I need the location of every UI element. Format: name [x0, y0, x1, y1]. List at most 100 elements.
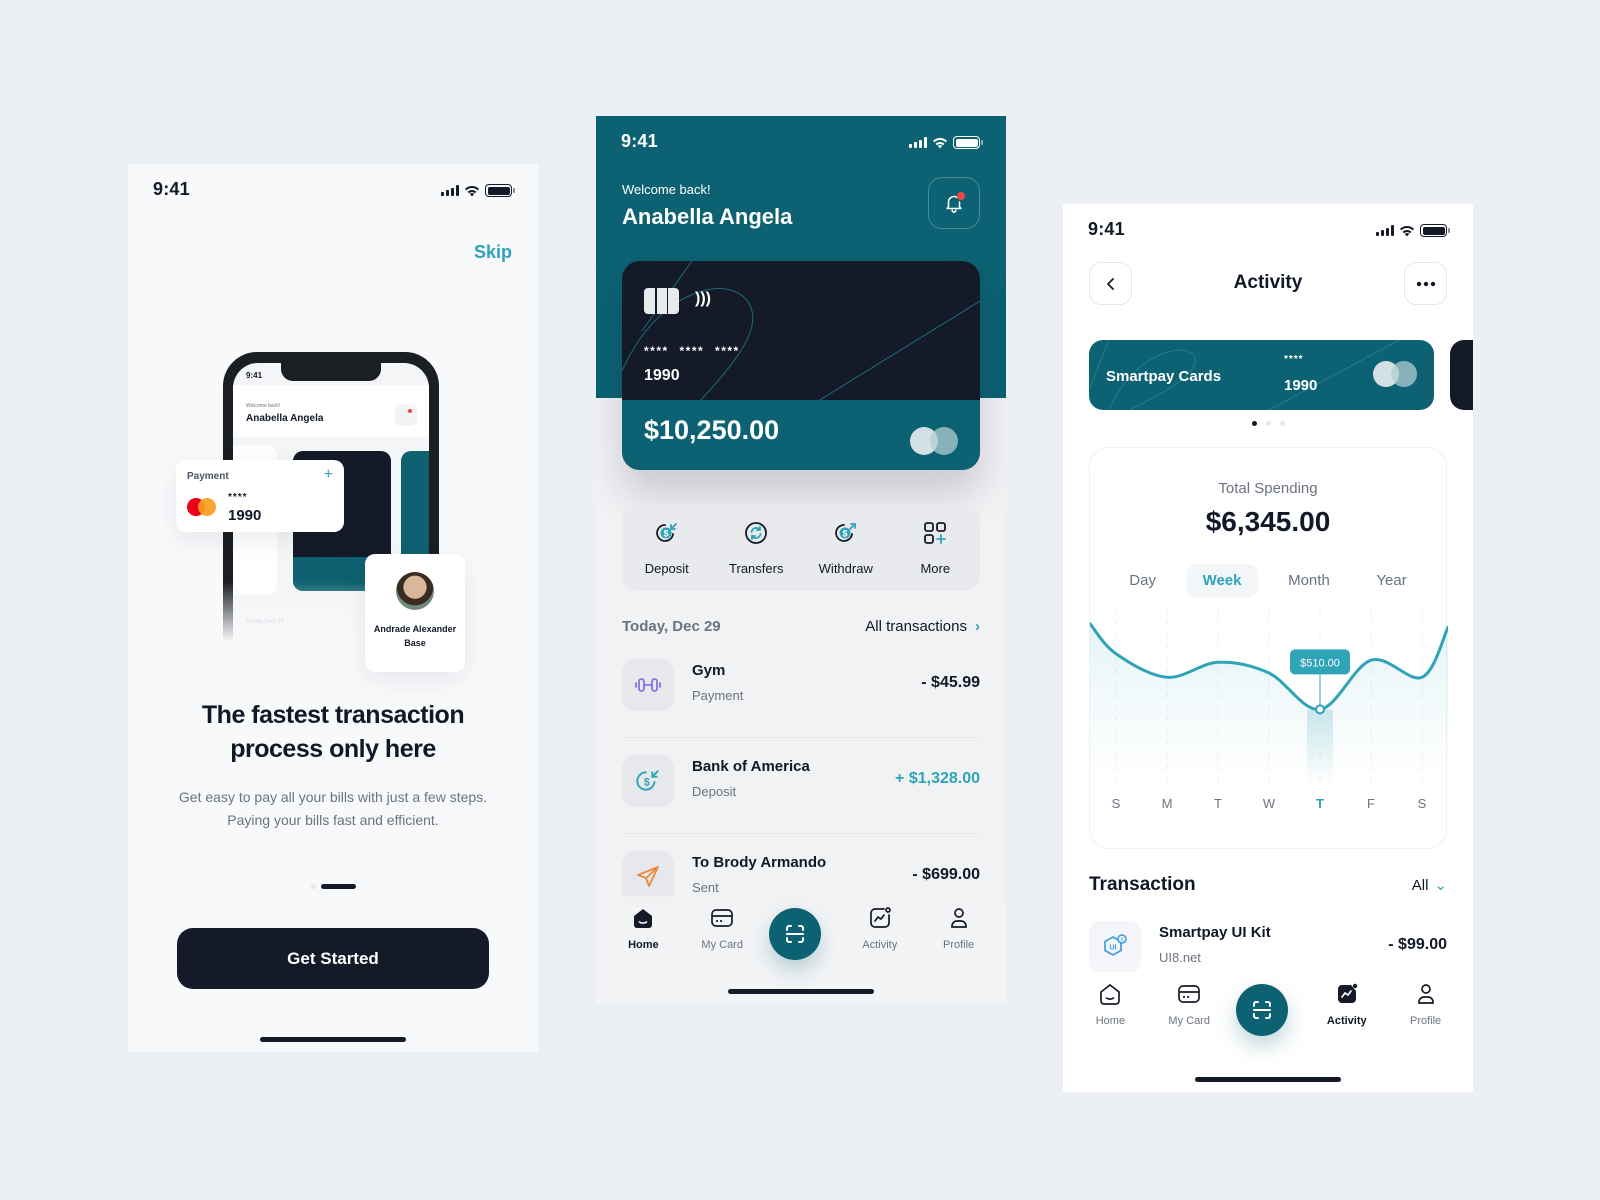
page-dot[interactable]	[310, 884, 316, 889]
user-name: Anabella Angela	[622, 204, 793, 229]
nav-profile[interactable]: Profile	[1394, 982, 1458, 1027]
card-number-masked: **** **** ****	[644, 344, 740, 358]
notifications-button[interactable]	[928, 177, 980, 229]
status-icons	[1376, 224, 1450, 237]
mastercard-logo-icon	[1373, 361, 1417, 387]
mockup-name: Anabella Angela	[246, 413, 324, 424]
onboarding-description: Get easy to pay all your bills with just…	[178, 789, 488, 828]
nav-activity[interactable]: Activity	[848, 906, 912, 951]
get-started-button[interactable]: Get Started	[177, 928, 489, 989]
signal-icon	[441, 185, 459, 196]
home-icon	[1100, 983, 1121, 1005]
transaction-section-header: Transaction All ⌄	[1089, 874, 1447, 896]
tooltip-label: $510.00	[1300, 657, 1340, 669]
tab-year[interactable]: Year	[1360, 564, 1422, 597]
dumbbell-icon	[635, 678, 661, 692]
nav-home[interactable]: Home	[1078, 982, 1142, 1027]
selected-card[interactable]: Smartpay Cards **** 1990	[1089, 340, 1434, 410]
transaction-row[interactable]: $ Bank of America Deposit + $1,328.00	[622, 738, 980, 834]
pager-dot[interactable]	[1265, 421, 1271, 426]
profile-icon	[1417, 984, 1434, 1004]
filter-dropdown[interactable]: All ⌄	[1412, 876, 1447, 894]
home-indicator	[1195, 1077, 1341, 1082]
add-icon: +	[323, 466, 333, 483]
nav-activity[interactable]: Activity	[1315, 982, 1379, 1027]
spending-chart: $510.00 S M T W T F S	[1090, 608, 1448, 811]
x-tick-label: S	[1112, 796, 1121, 811]
chevron-down-icon: ⌄	[1434, 877, 1447, 894]
status-bar: 9:41	[596, 116, 1006, 166]
withdraw-button[interactable]: $ Withdraw	[806, 520, 886, 576]
transaction-title: Bank of America	[692, 758, 810, 775]
battery-icon	[953, 136, 983, 149]
section-date: Today, Dec 29	[622, 618, 721, 635]
deposit-label: Deposit	[644, 560, 689, 576]
transaction-title: Gym	[692, 662, 726, 679]
contact-name: Andrade Alexander Base	[373, 624, 457, 648]
transaction-amount: + $1,328.00	[895, 770, 980, 787]
payment-masked: ****	[228, 492, 248, 503]
scan-icon	[1252, 1001, 1271, 1019]
card-masked: ****	[1284, 354, 1304, 365]
avatar	[396, 572, 434, 610]
home-indicator	[260, 1037, 406, 1042]
onboarding-screen: 9:41 Skip 9:41 Welcome back! Anabella An…	[128, 164, 538, 1052]
more-grid-icon	[924, 521, 947, 544]
skip-button[interactable]: Skip	[474, 242, 512, 263]
more-horizontal-icon	[1416, 281, 1435, 286]
svg-text:UI: UI	[1110, 945, 1117, 952]
all-transactions-link[interactable]: All transactions ›	[865, 618, 980, 635]
tab-week[interactable]: Week	[1186, 564, 1258, 597]
x-tick-label: S	[1418, 796, 1427, 811]
nav-my-card[interactable]: My Card	[1157, 982, 1221, 1027]
page-indicator	[128, 884, 538, 889]
transaction-subtitle: Payment	[692, 688, 744, 703]
transfers-button[interactable]: Transfers	[716, 520, 796, 576]
page-dot-active[interactable]	[320, 884, 356, 889]
onboarding-title: The fastest transaction process only her…	[201, 701, 465, 763]
battery-icon	[1420, 224, 1450, 237]
payment-card-float: Payment + **** 1990	[176, 460, 344, 532]
pager-dot-active[interactable]	[1251, 421, 1257, 426]
card-balance: $10,250.00	[644, 415, 780, 445]
tab-day[interactable]: Day	[1113, 564, 1172, 597]
next-card-peek[interactable]	[1450, 340, 1473, 410]
transactions-header: Today, Dec 29 All transactions ›	[622, 618, 980, 635]
more-button[interactable]: More	[895, 520, 975, 576]
activity-screen: 9:41 Activity Smartpay Cards **** 1990 T…	[1063, 204, 1473, 1092]
svg-text:$: $	[644, 776, 650, 788]
scan-button[interactable]	[1235, 984, 1288, 1036]
bank-card[interactable]: ))) **** **** **** 1990 $10,250.00	[622, 261, 980, 470]
status-time: 9:41	[153, 179, 190, 199]
withdraw-icon: $	[834, 522, 856, 542]
payment-label: Payment	[187, 471, 229, 482]
battery-icon	[485, 184, 515, 197]
bottom-nav: Home My Card Activity Profile	[596, 896, 1006, 1004]
section-title: Transaction	[1089, 874, 1196, 895]
tab-month[interactable]: Month	[1272, 564, 1346, 597]
deposit-icon: $	[636, 770, 659, 791]
scan-button[interactable]	[768, 908, 821, 960]
transaction-title: Smartpay UI Kit	[1159, 924, 1271, 941]
nav-profile[interactable]: Profile	[927, 906, 991, 951]
contact-card-float: Andrade Alexander Base	[365, 554, 465, 672]
nav-home[interactable]: Home	[611, 906, 675, 951]
nav-my-card[interactable]: My Card	[690, 906, 754, 951]
more-options-button[interactable]	[1404, 262, 1447, 305]
activity-icon	[1337, 983, 1357, 1003]
send-icon	[637, 866, 659, 887]
svg-text:$: $	[663, 528, 668, 538]
transaction-subtitle: Deposit	[692, 784, 737, 799]
activity-icon	[869, 907, 891, 928]
pager-dot[interactable]	[1279, 421, 1285, 426]
deposit-icon: $	[655, 522, 677, 542]
status-icons	[909, 136, 983, 149]
status-time: 9:41	[1088, 219, 1125, 239]
nav-scan[interactable]	[768, 906, 833, 960]
nav-scan[interactable]	[1235, 982, 1300, 1036]
deposit-button[interactable]: $ Deposit	[627, 520, 707, 576]
wifi-icon	[933, 137, 947, 148]
wifi-icon	[465, 185, 479, 196]
svg-text:$: $	[842, 528, 847, 538]
transaction-row[interactable]: Gym Payment - $45.99	[622, 642, 980, 738]
